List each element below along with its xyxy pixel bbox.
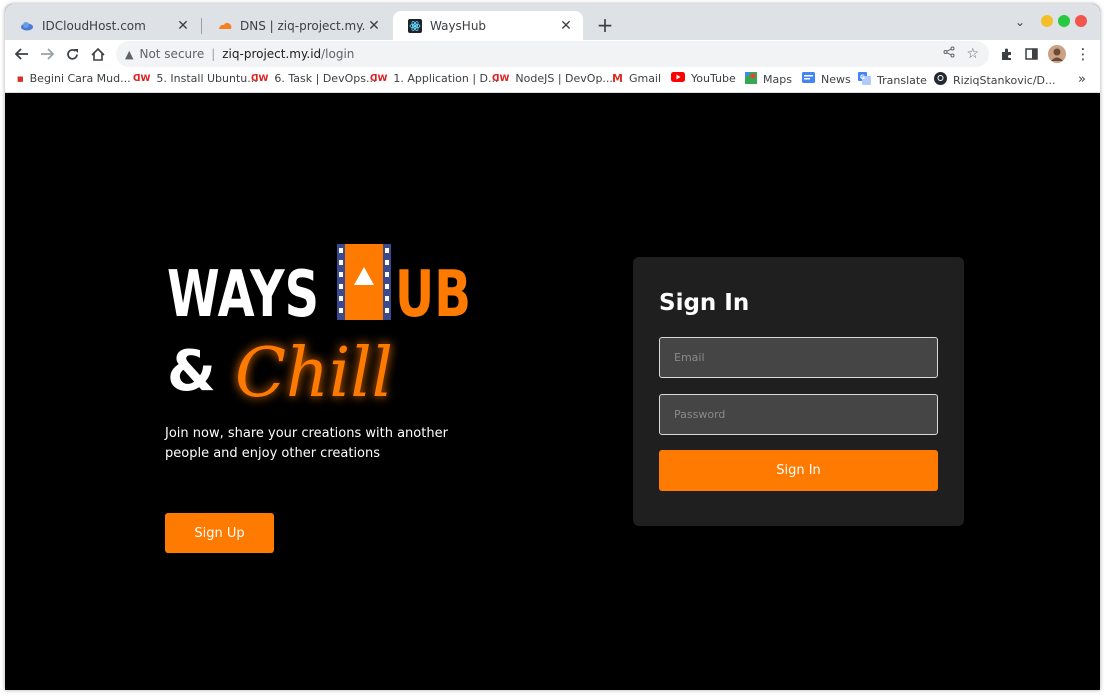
close-icon[interactable]: ✕ bbox=[365, 18, 383, 34]
bookmark-item[interactable]: ᗡW 1. Application | D... bbox=[370, 72, 499, 85]
dumbways-icon: ᗡW bbox=[133, 73, 151, 84]
bookmark-item[interactable]: News bbox=[802, 72, 851, 86]
bookmark-label: Gmail bbox=[628, 72, 662, 85]
forward-icon[interactable] bbox=[37, 40, 57, 68]
browser-toolbar: ▲ Not secure | ziq-project.my.id/login ☆… bbox=[5, 40, 1100, 68]
logo-script-chill: Chill bbox=[235, 334, 393, 413]
bookmark-label: 1. Application | D... bbox=[393, 72, 499, 85]
email-field[interactable] bbox=[659, 337, 938, 378]
news-icon bbox=[802, 72, 815, 86]
bookmark-label: 5. Install Ubuntu... bbox=[156, 72, 258, 85]
bookmark-label: RiziqStankovic/D... bbox=[953, 73, 1056, 87]
maps-icon bbox=[745, 72, 757, 87]
bookmark-label: News bbox=[821, 72, 851, 86]
tab-dns-cloudflare[interactable]: DNS | ziq-project.my.id | Riziq ✕ bbox=[203, 11, 391, 40]
address-bar[interactable]: ▲ Not secure | ziq-project.my.id/login ☆ bbox=[116, 41, 989, 67]
bookmark-item[interactable]: ᗡW 6. Task | DevOps... bbox=[251, 72, 376, 85]
bookmark-label: Translate bbox=[877, 73, 927, 87]
dumbways-icon: ᗡW bbox=[251, 73, 269, 84]
bookmark-label: Maps bbox=[763, 73, 792, 86]
security-label: Not secure bbox=[139, 47, 205, 61]
menu-icon[interactable]: ⋮ bbox=[1073, 40, 1093, 68]
svg-text:G: G bbox=[860, 74, 865, 81]
avatar[interactable] bbox=[1047, 40, 1067, 68]
github-icon bbox=[934, 72, 947, 88]
cloud-icon bbox=[19, 18, 35, 34]
new-tab-button[interactable]: + bbox=[593, 13, 617, 37]
close-icon[interactable]: ✕ bbox=[174, 18, 192, 34]
sign-in-card: Sign In Sign In bbox=[633, 257, 964, 526]
gmail-icon: M bbox=[612, 72, 623, 85]
sign-in-button[interactable]: Sign In bbox=[659, 450, 938, 491]
bookmark-item[interactable]: RiziqStankovic/D... bbox=[934, 72, 1056, 88]
hero-tagline: Join now, share your creations with anot… bbox=[165, 426, 448, 461]
warning-icon: ▲ bbox=[125, 47, 134, 61]
url-host: ziq-project.my.id bbox=[222, 47, 322, 61]
login-page: WAYS UB & Chill Join now, share your cre… bbox=[5, 93, 1100, 690]
minimize-button[interactable] bbox=[1041, 15, 1053, 27]
back-icon[interactable] bbox=[12, 40, 32, 68]
share-icon[interactable] bbox=[943, 46, 955, 62]
tab-title: DNS | ziq-project.my.id | Riziq bbox=[240, 18, 365, 33]
logo-word-ways: WAYS bbox=[167, 258, 319, 332]
bookmarks-bar: ■ Begini Cara Mud... ᗡW 5. Install Ubuntu.… bbox=[5, 68, 1100, 93]
dumbways-icon: ᗡW bbox=[370, 73, 388, 84]
divider: | bbox=[211, 47, 216, 61]
browser-window: IDCloudHost.com ✕ DNS | ziq-project.my.i… bbox=[5, 4, 1100, 690]
bookmark-label: Begini Cara Mud... bbox=[29, 72, 131, 85]
bookmark-item[interactable]: ᗡW 5. Install Ubuntu... bbox=[133, 72, 258, 85]
youtube-icon bbox=[671, 72, 685, 85]
maximize-button[interactable] bbox=[1058, 15, 1070, 27]
password-field[interactable] bbox=[659, 394, 938, 435]
bookmarks-overflow[interactable]: » bbox=[1078, 72, 1086, 87]
reload-icon[interactable] bbox=[62, 40, 82, 68]
tab-title: WaysHub bbox=[430, 18, 487, 33]
tab-idcloudhost[interactable]: IDCloudHost.com ✕ bbox=[5, 11, 200, 40]
news-icon: ■ bbox=[17, 74, 24, 83]
bookmark-label: NodeJS | DevOp... bbox=[515, 72, 613, 85]
film-strip-icon bbox=[337, 244, 391, 320]
bookmark-star-icon[interactable]: ☆ bbox=[966, 46, 979, 62]
bookmark-item[interactable]: Maps bbox=[745, 72, 792, 87]
logo-word-ub: UB bbox=[395, 258, 471, 332]
bookmark-label: 6. Task | DevOps... bbox=[274, 72, 377, 85]
react-icon bbox=[407, 18, 423, 34]
tab-strip: IDCloudHost.com ✕ DNS | ziq-project.my.i… bbox=[5, 4, 1100, 40]
side-panel-icon[interactable] bbox=[1021, 40, 1041, 68]
logo-ampersand: & bbox=[167, 339, 216, 404]
sign-up-button[interactable]: Sign Up bbox=[165, 513, 274, 553]
translate-icon: G bbox=[858, 72, 871, 88]
tab-title: IDCloudHost.com bbox=[42, 18, 146, 33]
chevron-down-icon[interactable]: ⌄ bbox=[1015, 15, 1025, 29]
close-window-button[interactable] bbox=[1075, 15, 1087, 27]
bookmark-item[interactable]: M Gmail bbox=[612, 72, 661, 85]
close-icon[interactable]: ✕ bbox=[557, 18, 575, 34]
bookmark-label: YouTube bbox=[691, 72, 736, 85]
home-icon[interactable] bbox=[88, 40, 108, 68]
bookmark-item[interactable]: ᗡW NodeJS | DevOp... bbox=[492, 72, 613, 85]
wayshub-logo: WAYS UB & Chill bbox=[167, 244, 471, 413]
url-path: /login bbox=[321, 47, 355, 61]
dumbways-icon: ᗡW bbox=[492, 73, 510, 84]
bookmark-item[interactable]: YouTube bbox=[671, 72, 736, 85]
sign-in-title: Sign In bbox=[659, 290, 750, 316]
bookmark-item[interactable]: G Translate bbox=[858, 72, 927, 88]
bookmark-item[interactable]: ■ Begini Cara Mud... bbox=[17, 72, 131, 85]
extensions-icon[interactable] bbox=[996, 40, 1016, 68]
cloudflare-icon bbox=[217, 18, 233, 34]
tab-wayshub[interactable]: WaysHub ✕ bbox=[393, 11, 583, 40]
